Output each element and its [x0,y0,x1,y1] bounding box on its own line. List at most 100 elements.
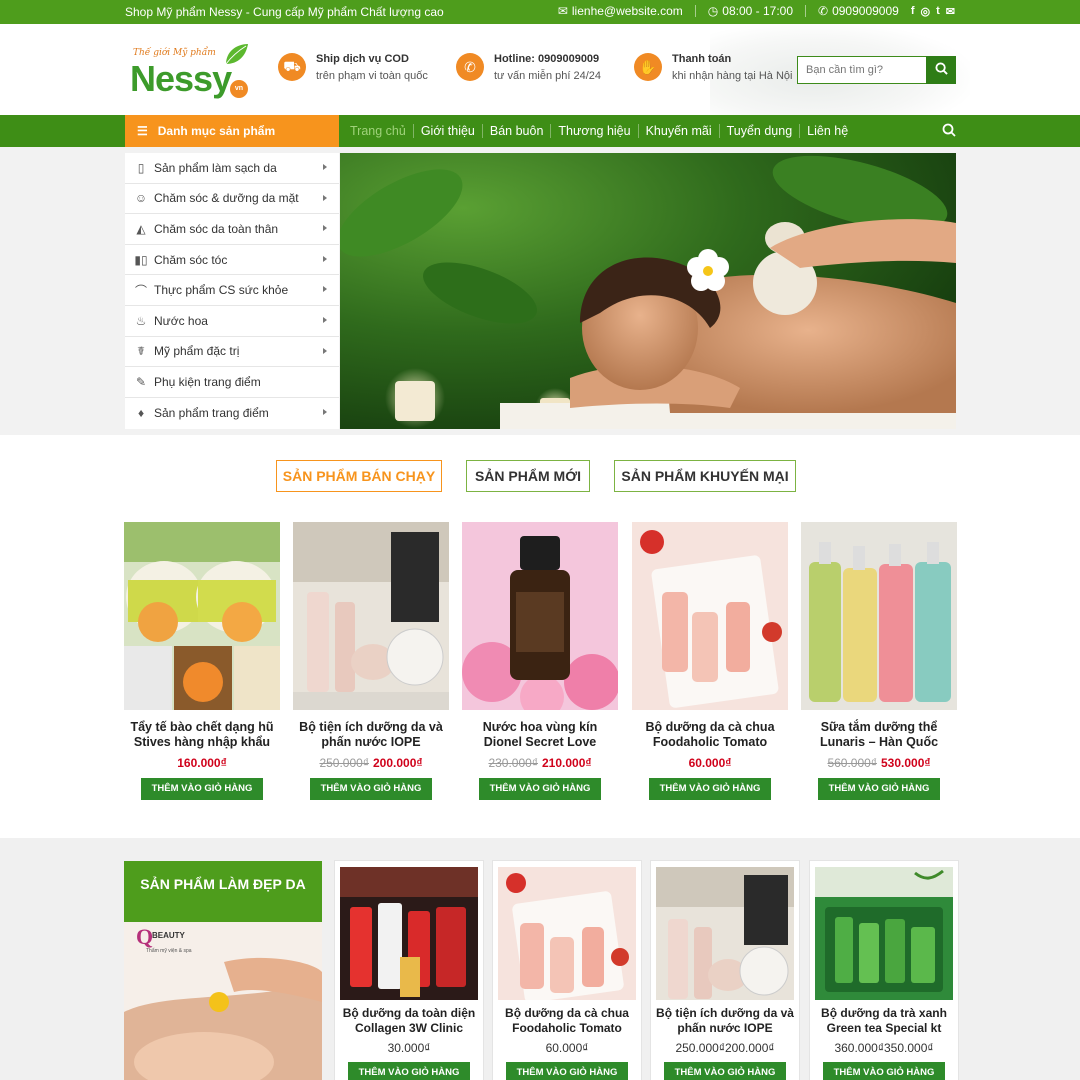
divider [694,5,696,17]
old-price: 250.000₫ [319,756,369,770]
sidebar-item-body-care[interactable]: ◭ Chăm sóc da toàn thân [125,214,339,245]
handshake-icon: ✋ [634,53,662,81]
phone-link[interactable]: ✆ 0909009009 [818,4,899,18]
add-to-cart-button[interactable]: THÊM VÀO GIỎ HÀNG [823,1062,945,1080]
add-to-cart-button[interactable]: THÊM VÀO GIỎ HÀNG [664,1062,786,1080]
sidebar-item-makeup[interactable]: ♦ Sản phẩm trang điểm [125,398,339,429]
social-links: f ◎ t ✉ [911,5,955,18]
tab-new-products[interactable]: SẢN PHẨM MỚI [466,460,590,492]
mail-icon[interactable]: ✉ [946,5,955,18]
email-link[interactable]: ✉ lienhe@website.com [558,4,683,18]
treatment-icon: ☤ [136,344,146,359]
section-banner[interactable]: SẢN PHẨM LÀM ĐẸP DA Q BEAUTY Thẩm mỹ việ… [124,861,322,1080]
instagram-icon[interactable]: ◎ [921,5,931,18]
twitter-icon[interactable]: t [936,5,940,18]
main-nav: ☰ Danh mục sản phẩm Trang chủ Giới thiệu… [0,115,1080,147]
facebook-icon[interactable]: f [911,5,915,18]
product-name[interactable]: Bộ tiện ích dưỡng da và phấn nước IOPE [293,720,449,750]
current-price: 30.000₫ [387,1041,431,1055]
current-price: 210.000₫ [542,756,592,770]
product-name[interactable]: Bộ tiện ích dưỡng da và phấn nước IOPE [656,1006,794,1036]
nav-item-about[interactable]: Giới thiệu [412,124,482,138]
search-input[interactable] [797,56,926,84]
add-to-cart-button[interactable]: THÊM VÀO GIỎ HÀNG [818,778,940,800]
product-card: Bộ dưỡng da cà chua Foodaholic Tomato 60… [492,860,642,1080]
search-icon[interactable] [942,123,956,137]
product-image[interactable] [124,522,280,710]
product-card: Bộ dưỡng da toàn diện Collagen 3W Clinic… [334,860,484,1080]
category-menu-label: Danh mục sản phẩm [157,124,276,138]
product-image[interactable] [656,867,794,1000]
product-name[interactable]: Tẩy tế bào chết dạng hũ Stives hàng nhập… [124,720,280,750]
old-price: 560.000₫ [827,756,877,770]
product-name[interactable]: Bộ dưỡng da cà chua Foodaholic Tomato [632,720,788,750]
product-price: 60.000₫ [632,756,788,770]
info-subtitle: tư vấn miễn phí 24/24 [494,70,602,82]
sidebar-item-supplements[interactable]: ⌒ Thực phẩm CS sức khỏe [125,275,339,306]
nav-item-home[interactable]: Trang chủ [350,124,413,138]
current-price: 200.000₫ [373,756,423,770]
sidebar-item-cleansing[interactable]: ▯ Sản phẩm làm sạch da [125,153,339,184]
product-name[interactable]: Nước hoa vùng kín Dionel Secret Love [462,720,618,750]
product-image[interactable] [632,522,788,710]
product-price: 360.000₫350.000₫ [815,1041,953,1055]
sidebar-item-accessories[interactable]: ✎ Phụ kiện trang điểm [125,367,339,398]
product-card: Tẩy tế bào chết dạng hũ Stives hàng nhập… [124,522,280,800]
product-image[interactable] [340,867,478,1000]
sidebar-item-perfume[interactable]: ♨ Nước hoa [125,306,339,337]
add-to-cart-button[interactable]: THÊM VÀO GIỎ HÀNG [348,1062,470,1080]
clock-icon: ◷ [707,4,719,18]
product-name[interactable]: Sữa tắm dưỡng thể Lunaris – Hàn Quốc [801,720,957,750]
site-tagline: Shop Mỹ phẩm Nessy - Cung cấp Mỹ phẩm Ch… [125,5,444,19]
add-to-cart-button[interactable]: THÊM VÀO GIỎ HÀNG [141,778,263,800]
current-price: 60.000₫ [688,756,732,770]
add-to-cart-button[interactable]: THÊM VÀO GIỎ HÀNG [506,1062,628,1080]
hero-banner[interactable] [340,153,956,429]
current-price: 160.000₫ [177,756,227,770]
hours-info: ◷ 08:00 - 17:00 [708,4,793,18]
nav-item-brands[interactable]: Thương hiệu [550,124,637,138]
sidebar-item-treatment[interactable]: ☤ Mỹ phẩm đặc trị [125,337,339,368]
sidebar-item-label: Sản phẩm làm sạch da [154,160,277,175]
svg-text:BEAUTY: BEAUTY [152,931,186,940]
product-image[interactable] [293,522,449,710]
hamburger-icon: ☰ [137,124,148,138]
product-image[interactable] [498,867,636,1000]
tab-promotions[interactable]: SẢN PHẨM KHUYẾN MẠI [614,460,796,492]
add-to-cart-button[interactable]: THÊM VÀO GIỎ HÀNG [310,778,432,800]
truck-icon: ⛟ [278,53,306,81]
info-payment: ✋ Thanh toán khi nhận hàng tại Hà Nội [634,52,792,82]
spa-banner-image [340,155,956,429]
info-subtitle: trên phạm vi toàn quốc [316,70,428,82]
sidebar-item-label: Mỹ phẩm đặc trị [154,344,240,359]
site-logo[interactable]: Thế giới Mỹ phẩm Nessy vn [130,42,260,102]
sidebar-item-face-care[interactable]: ☺ Chăm sóc & dưỡng da mặt [125,184,339,215]
nav-item-promotions[interactable]: Khuyến mãi [637,124,719,138]
chevron-right-icon [323,286,327,293]
product-card: Bộ tiện ích dưỡng da và phấn nước IOPE 2… [650,860,800,1080]
product-image[interactable] [815,867,953,1000]
category-menu-toggle[interactable]: ☰ Danh mục sản phẩm [125,115,339,147]
info-title: Ship dịch vụ COD [316,53,409,65]
nav-item-careers[interactable]: Tuyển dụng [718,124,800,138]
add-to-cart-button[interactable]: THÊM VÀO GIỎ HÀNG [479,778,601,800]
phone-icon: ✆ [818,4,829,18]
search-button[interactable] [926,56,956,84]
nav-menu: Trang chủ Giới thiệu Bán buôn Thương hiệ… [350,115,855,147]
old-price: 250.000₫ [675,1041,725,1055]
product-name[interactable]: Bộ dưỡng da trà xanh Green tea Special k… [815,1006,953,1036]
product-name[interactable]: Bộ dưỡng da cà chua Foodaholic Tomato [498,1006,636,1036]
phone-text: 0909009009 [832,4,899,18]
sidebar-item-hair-care[interactable]: ▮▯ Chăm sóc tóc [125,245,339,276]
product-name[interactable]: Bộ dưỡng da toàn diện Collagen 3W Clinic [340,1006,478,1036]
tab-best-sellers[interactable]: SẢN PHẨM BÁN CHẠY [276,460,442,492]
site-header: Thế giới Mỹ phẩm Nessy vn ⛟ Ship dịch vụ… [0,24,1080,115]
product-image[interactable] [462,522,618,710]
nav-item-contact[interactable]: Liên hệ [799,124,855,138]
search-box [797,56,956,84]
product-image[interactable] [801,522,957,710]
product-card: Sữa tắm dưỡng thể Lunaris – Hàn Quốc 560… [801,522,957,800]
nav-item-wholesale[interactable]: Bán buôn [481,124,551,138]
add-to-cart-button[interactable]: THÊM VÀO GIỎ HÀNG [649,778,771,800]
current-price: 350.000₫ [884,1041,934,1055]
